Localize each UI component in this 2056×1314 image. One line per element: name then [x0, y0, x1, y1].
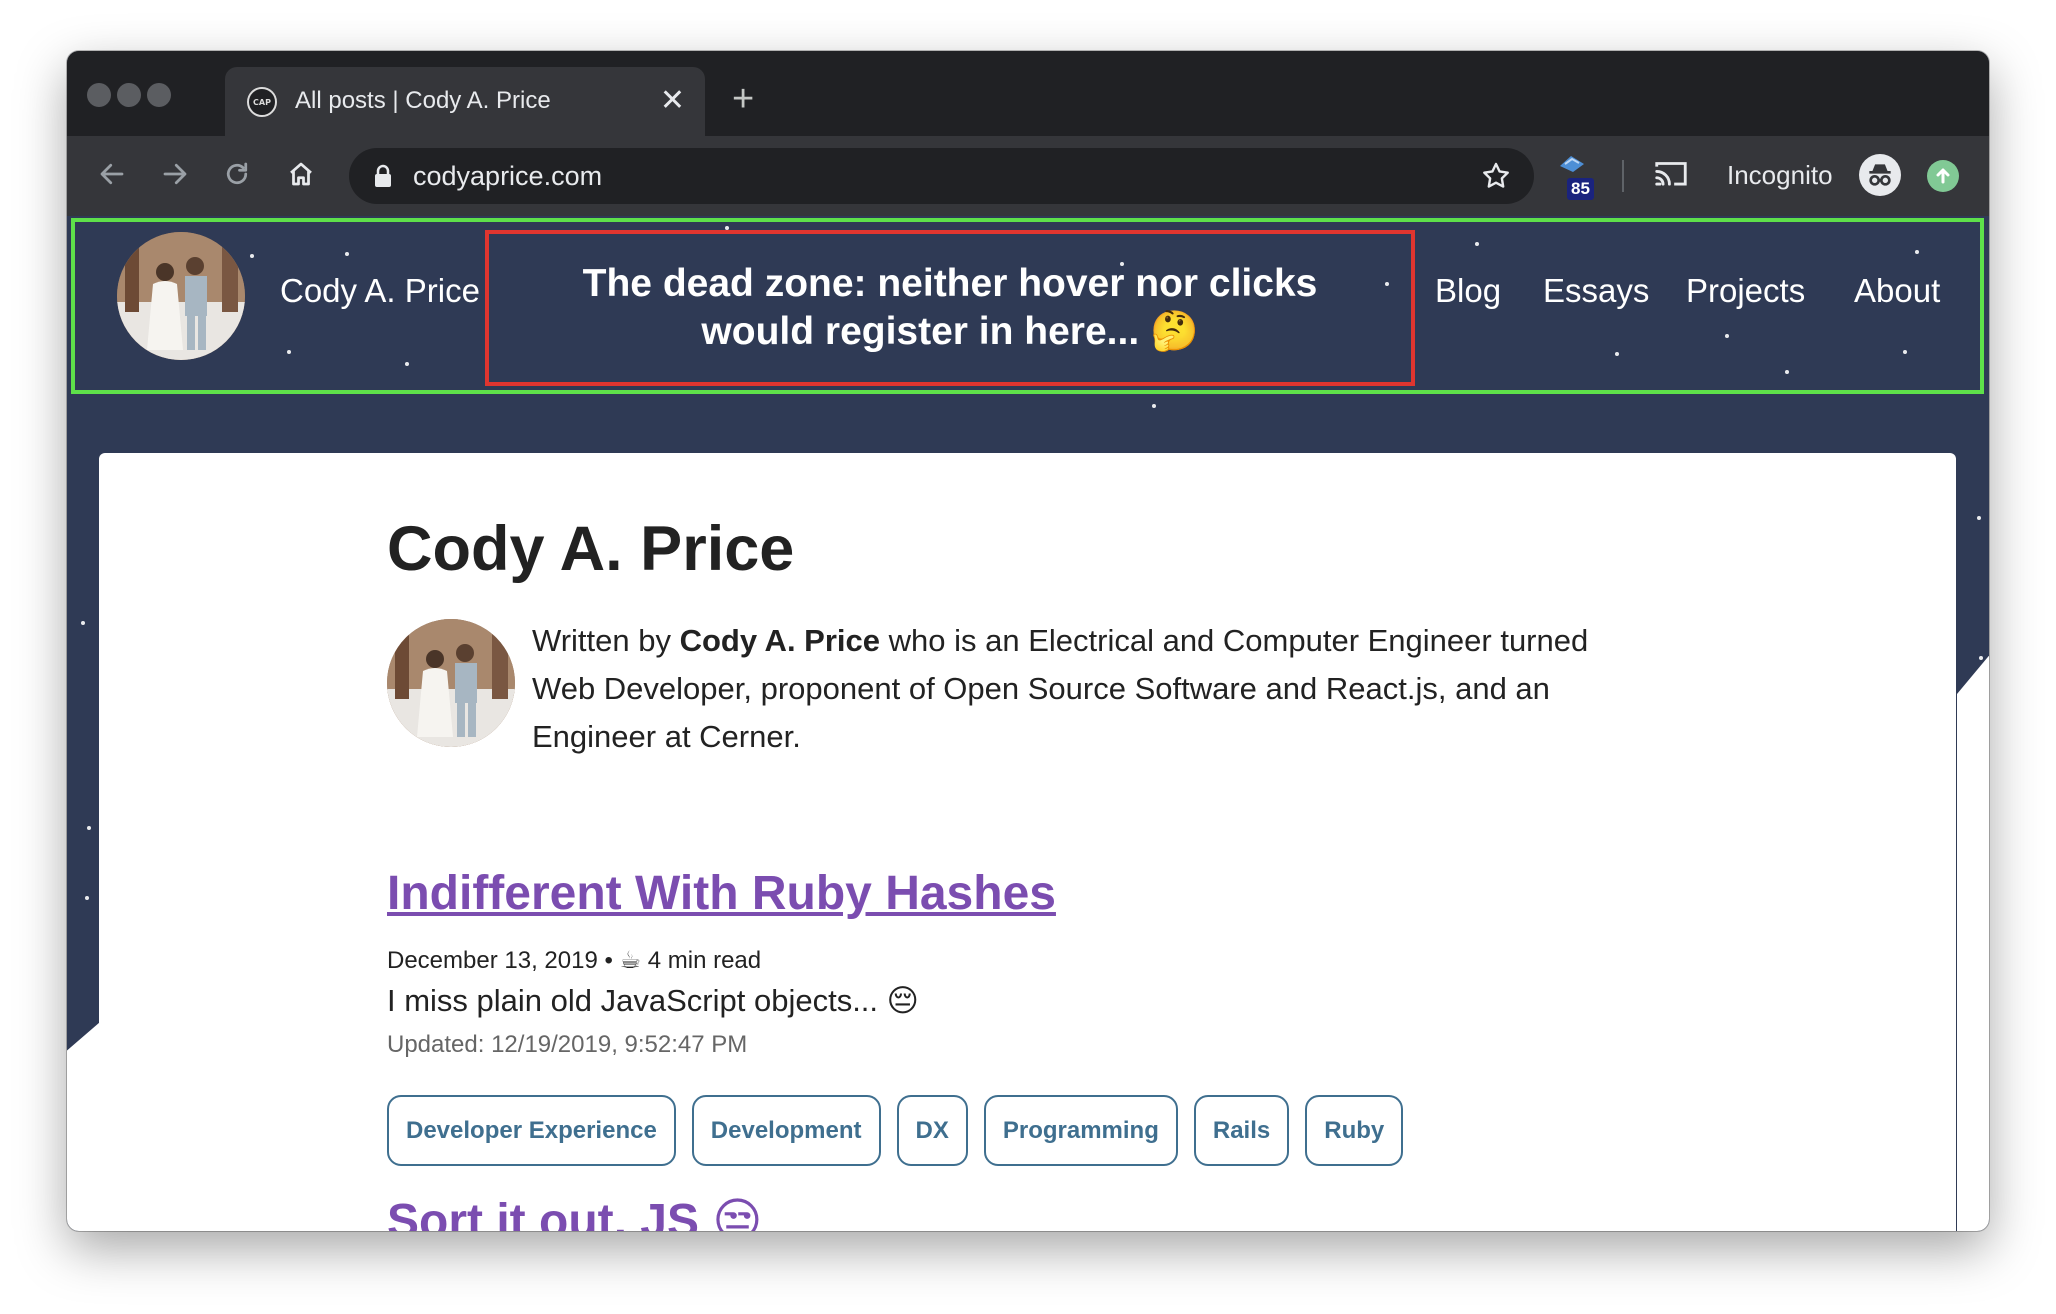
meta-separator: • [604, 947, 620, 974]
author-bio: Written by Cody A. Price who is an Elect… [532, 617, 1622, 761]
post-tags: Developer Experience Development DX Prog… [387, 1095, 1404, 1166]
star-dot [345, 252, 349, 256]
bio-prefix: Written by [532, 623, 680, 658]
site-header: Cody A. Price The dead zone: neither hov… [71, 218, 1984, 394]
toolbar-separator [1622, 160, 1624, 192]
cast-icon[interactable] [1652, 154, 1690, 197]
star-dot [87, 826, 91, 830]
nav-blog-link[interactable]: Blog [1435, 272, 1501, 310]
tag-link[interactable]: Rails [1193, 1095, 1290, 1166]
nav-essays-link[interactable]: Essays [1543, 272, 1649, 310]
tab-strip: CAP All posts | Cody A. Price ✕ + [67, 51, 1989, 136]
tag-link[interactable]: DX [896, 1095, 968, 1166]
post-read-time: 4 min read [647, 947, 762, 974]
maximize-window-button[interactable] [147, 83, 171, 107]
star-dot [250, 254, 254, 258]
tag-link[interactable]: Programming [983, 1095, 1178, 1166]
star-dot [81, 621, 85, 625]
post-updated: Updated: 12/19/2019, 9:52:47 PM [387, 1031, 748, 1058]
incognito-label[interactable]: Incognito [1727, 160, 1833, 191]
favicon-icon: CAP [247, 87, 277, 117]
back-icon[interactable] [92, 154, 132, 194]
browser-toolbar: codyaprice.com 85 Incognito [67, 136, 1989, 216]
background-wedge [1957, 646, 1989, 1231]
forward-icon[interactable] [155, 154, 195, 194]
home-icon[interactable] [281, 154, 321, 194]
bio-author-name: Cody A. Price [679, 623, 881, 658]
star-dot [85, 896, 89, 900]
site-name-link[interactable]: Cody A. Price [280, 272, 480, 310]
main-content-card: Cody A. Price Written by Cody A. Price w… [99, 453, 1956, 1231]
star-dot [1977, 516, 1981, 520]
coffee-icon: ☕ [619, 946, 642, 974]
url-text[interactable]: codyaprice.com [413, 161, 602, 192]
page-title: Cody A. Price [387, 514, 795, 584]
star-dot [1979, 656, 1983, 660]
post-date: December 13, 2019 [387, 947, 598, 974]
star-dot [1785, 370, 1789, 374]
star-dot [1152, 404, 1156, 408]
address-bar[interactable]: codyaprice.com [349, 148, 1534, 204]
browser-window: CAP All posts | Cody A. Price ✕ + codyap… [67, 51, 1989, 1231]
post-meta: December 13, 2019 • ☕ 4 min read [387, 946, 761, 975]
tag-link[interactable]: Ruby [1305, 1095, 1404, 1166]
extension-badge: 85 [1567, 178, 1594, 200]
nav-about-link[interactable]: About [1854, 272, 1940, 310]
star-dot [1915, 250, 1919, 254]
post-description: I miss plain old JavaScript objects... 😔 [387, 983, 919, 1018]
star-dot [1725, 334, 1729, 338]
post-title-link[interactable]: Sort it out, JS 😒 [387, 1193, 762, 1231]
reload-icon[interactable] [217, 154, 257, 194]
header-avatar[interactable] [117, 232, 245, 360]
bio-avatar [387, 619, 515, 747]
star-dot [1615, 352, 1619, 356]
star-dot [1903, 350, 1907, 354]
nav-projects-link[interactable]: Projects [1686, 272, 1805, 310]
minimize-window-button[interactable] [117, 83, 141, 107]
star-dot [1475, 242, 1479, 246]
new-tab-button[interactable]: + [732, 79, 754, 119]
extension-icon[interactable]: 85 [1557, 152, 1601, 202]
tag-link[interactable]: Development [691, 1095, 881, 1166]
post-title-link[interactable]: Indifferent With Ruby Hashes [387, 866, 1056, 921]
bookmark-star-icon[interactable] [1480, 160, 1512, 197]
update-icon[interactable] [1927, 160, 1959, 192]
dead-zone-text: The dead zone: neither hover nor clicks … [582, 262, 1318, 353]
dead-zone-annotation: The dead zone: neither hover nor clicks … [485, 230, 1415, 386]
star-dot [287, 350, 291, 354]
incognito-icon[interactable] [1859, 154, 1901, 196]
star-dot [405, 362, 409, 366]
page-viewport: Cody A. Price The dead zone: neither hov… [67, 216, 1989, 1231]
tab-title: All posts | Cody A. Price [295, 87, 551, 114]
lock-icon[interactable] [373, 164, 393, 193]
close-tab-icon[interactable]: ✕ [660, 81, 685, 121]
close-window-button[interactable] [87, 83, 111, 107]
tag-link[interactable]: Developer Experience [387, 1095, 676, 1166]
tab-all-posts[interactable]: CAP All posts | Cody A. Price ✕ [225, 67, 705, 136]
